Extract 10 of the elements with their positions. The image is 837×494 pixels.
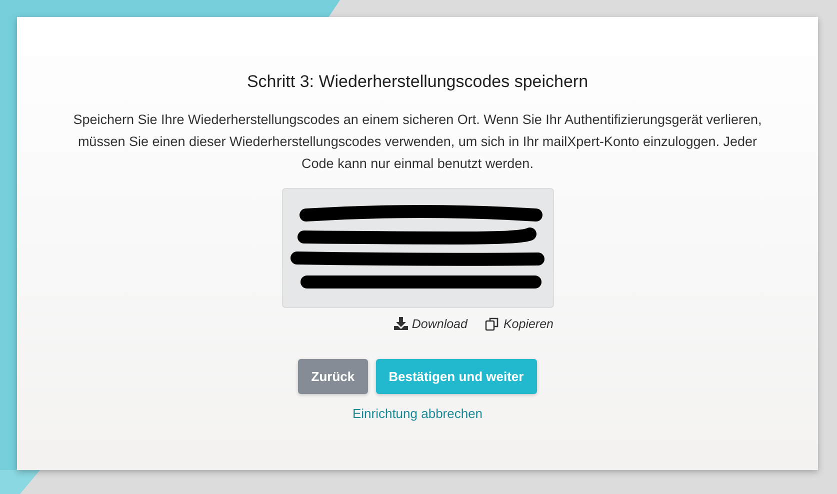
download-icon xyxy=(394,317,408,330)
background-shape xyxy=(0,470,40,494)
download-link[interactable]: Download xyxy=(394,314,468,334)
back-button[interactable]: Zurück xyxy=(298,359,368,394)
copy-icon xyxy=(485,316,500,331)
description-text: Speichern Sie Ihre Wiederherstellungscodes an einem sicheren Ort. Wenn Sie Ihr Authentifizierungsgerät verlieren, müssen Sie einen dieser Wiederherstellungscodes verwenden, um sich in Ihr mailXpert-Konto einzuloggen. Jeder Code kann nur einmal benutzt werden. xyxy=(72,110,763,172)
confirm-button[interactable]: Bestätigen und weiter xyxy=(376,359,537,394)
step-title: Schritt 3: Wiederherstellungscodes speichern xyxy=(246,71,588,93)
cancel-link[interactable]: Einrichtung abbrechen xyxy=(352,404,483,424)
copy-link[interactable]: Kopieren xyxy=(485,314,554,334)
